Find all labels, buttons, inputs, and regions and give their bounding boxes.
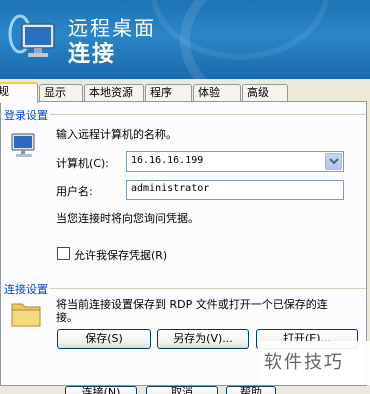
combo-dropdown-button[interactable] xyxy=(325,153,342,170)
username-value: administrator xyxy=(131,183,210,194)
tab-display[interactable]: 显示 xyxy=(39,84,83,102)
save-credentials-checkbox[interactable] xyxy=(57,247,70,260)
tab-general[interactable]: 常规 xyxy=(0,82,38,103)
login-group-divider xyxy=(0,114,366,115)
watermark: 软件技巧 xyxy=(258,341,370,385)
help-button[interactable]: 帮助 xyxy=(226,386,276,394)
computer-value: 16.16.16.199 xyxy=(131,155,204,166)
cancel-button[interactable]: 取消 xyxy=(146,386,218,394)
header-banner: 远程桌面 连接 xyxy=(0,0,370,79)
tab-programs[interactable]: 程序 xyxy=(145,84,192,102)
username-field[interactable]: administrator xyxy=(126,180,344,200)
connection-group-title: 连接设置 xyxy=(2,281,50,297)
save-button[interactable]: 保存(S) xyxy=(57,329,151,349)
computer-combobox[interactable]: 16.16.16.199 xyxy=(126,151,344,172)
banner-title-line2: 连接 xyxy=(68,42,117,67)
folder-icon xyxy=(11,303,41,327)
connection-description-line1: 将当前连接设置保存到 RDP 文件或打开一个已保存的连 xyxy=(56,298,328,311)
connect-button[interactable]: 连接(N) xyxy=(65,386,137,394)
login-instruction: 输入远程计算机的名称。 xyxy=(56,128,177,141)
save-credentials-label[interactable]: 允许我保存凭据(R) xyxy=(74,247,167,263)
connection-description-line2: 接。 xyxy=(56,311,78,324)
tab-strip: 常规 显示 本地资源 程序 体验 高级 xyxy=(0,82,370,103)
tab-advanced[interactable]: 高级 xyxy=(242,84,288,102)
remote-desktop-logo-icon xyxy=(8,14,55,57)
tab-experience[interactable]: 体验 xyxy=(193,84,241,102)
username-label: 用户名: xyxy=(56,185,93,198)
save-as-button[interactable]: 另存为(V)... xyxy=(157,329,249,349)
chevron-down-icon xyxy=(329,158,339,165)
credential-note: 当您连接时将向您询问凭据。 xyxy=(56,212,199,225)
monitor-icon xyxy=(11,133,35,157)
computer-label: 计算机(C): xyxy=(56,157,109,170)
tab-local-resources[interactable]: 本地资源 xyxy=(84,84,144,102)
connection-group-divider xyxy=(0,288,366,289)
login-group-title: 登录设置 xyxy=(2,107,50,123)
